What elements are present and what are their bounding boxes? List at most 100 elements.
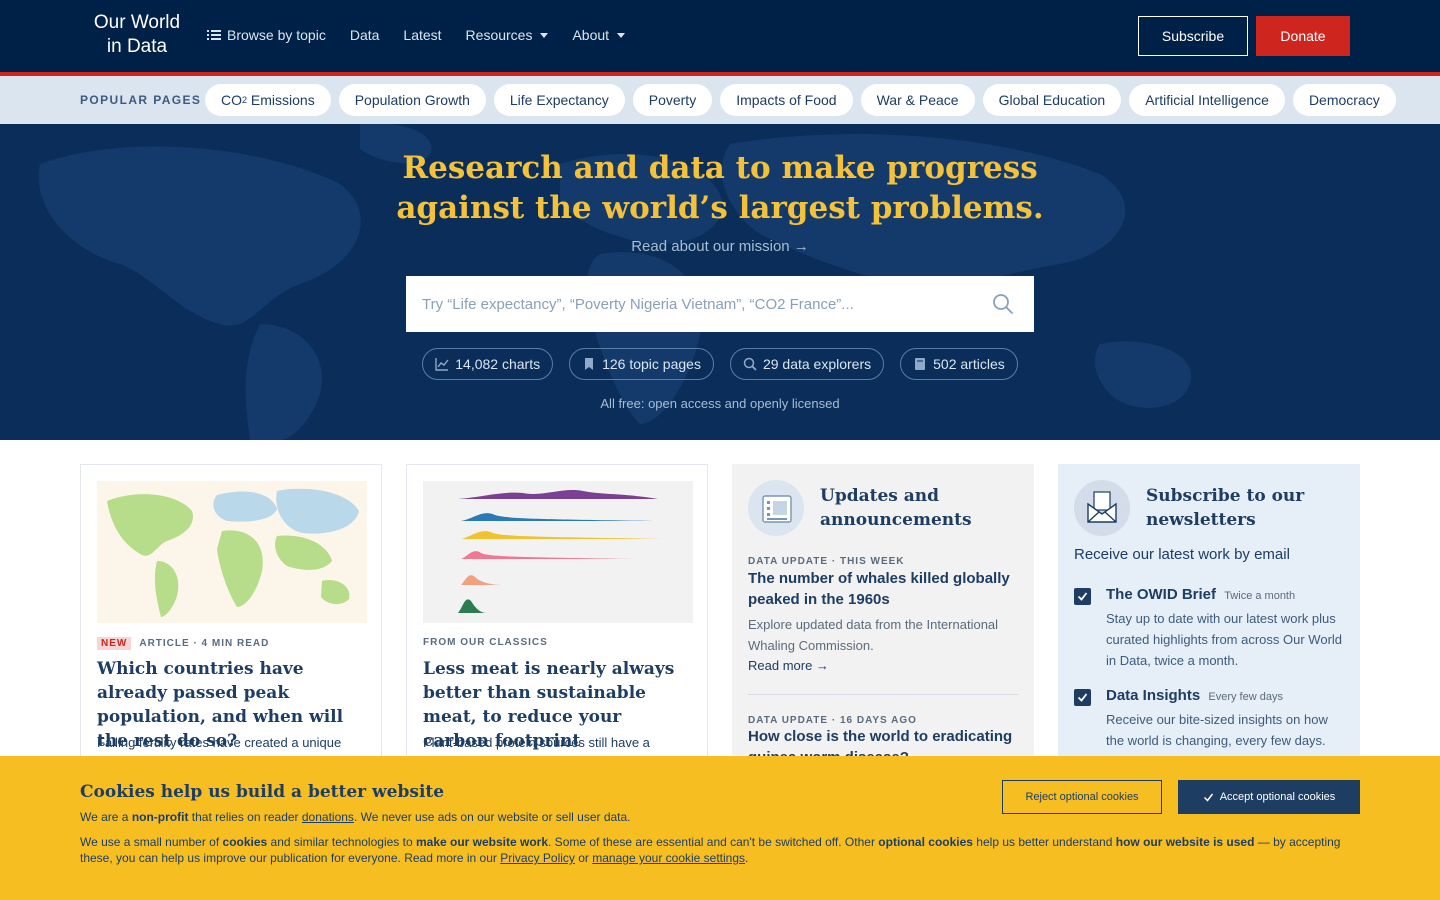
popular-pill[interactable]: Poverty (632, 84, 713, 116)
bookmark-icon (585, 358, 594, 370)
newsletter-name: The OWID Brief Twice a month (1106, 586, 1295, 603)
nav-latest[interactable]: Latest (403, 24, 441, 46)
popular-pill[interactable]: Artificial Intelligence (1129, 84, 1285, 116)
popular-pill-co2[interactable]: CO 2 Emissions (205, 84, 331, 116)
world-map-thumbnail (97, 481, 367, 623)
donations-link[interactable]: donations (302, 810, 354, 824)
cookie-banner: Cookies help us build a better website W… (0, 756, 1440, 900)
card-meta: FROM OUR CLASSICS (423, 637, 548, 648)
popular-pill[interactable]: Global Education (982, 84, 1122, 116)
nav-browse-by-topic[interactable]: Browse by topic (207, 24, 326, 46)
text: We use a small number of (80, 835, 223, 849)
newsletter-name-text: Data Insights (1106, 687, 1201, 704)
text: . We never use ads on our website or sel… (353, 810, 631, 824)
update-meta: DATA UPDATE · 16 DAYS AGO (748, 715, 917, 726)
hero-title-line2: against the world’s largest problems. (396, 190, 1044, 226)
newsletter-frequency: Twice a month (1224, 590, 1296, 602)
newsletter-subtitle: Receive our latest work by email (1074, 546, 1290, 563)
hero-section: Research and data to make progress again… (0, 124, 1440, 440)
hero-title: Research and data to make progress again… (340, 148, 1100, 228)
stats-row: 14,082 charts 126 topic pages 29 data ex… (0, 348, 1440, 380)
newsletter-name: Data Insights Every few days (1106, 687, 1283, 704)
cookie-text-1: We are a non-profit that relies on reade… (80, 810, 631, 824)
stat-data-explorers[interactable]: 29 data explorers (729, 348, 885, 380)
stat-articles[interactable]: 502 articles (900, 348, 1018, 380)
search-input[interactable] (422, 276, 982, 332)
site-logo[interactable]: Our World in Data (90, 11, 184, 59)
newsletter-description: Stay up to date with our latest work plu… (1106, 611, 1343, 668)
nav-data[interactable]: Data (350, 24, 380, 46)
newsletter-title: Subscribe to our newsletters (1146, 486, 1305, 530)
text-strong: optional cookies (878, 835, 973, 849)
text: We are a (80, 810, 132, 824)
newsletter-frequency: Every few days (1208, 691, 1283, 703)
subscribe-button[interactable]: Subscribe (1138, 16, 1248, 56)
nav-browse-label: Browse by topic (227, 27, 326, 43)
text: and similar technologies to (267, 835, 416, 849)
stat-topic-pages[interactable]: 126 topic pages (569, 348, 714, 380)
text: or (574, 851, 593, 865)
mission-link[interactable]: Read about our mission → (520, 238, 920, 255)
privacy-policy-link[interactable]: Privacy Policy (500, 851, 575, 865)
card-meta-text: ARTICLE · 4 MIN READ (139, 638, 270, 649)
popular-pill[interactable]: Life Expectancy (493, 84, 625, 116)
popular-pill[interactable]: War & Peace (860, 84, 975, 116)
hero-title-line1: Research and data to make progress (402, 150, 1038, 186)
accept-cookies-label: Accept optional cookies (1219, 791, 1336, 803)
stat-topic-pages-label: 126 topic pages (602, 356, 701, 372)
update-description: Explore updated data from the Internatio… (748, 617, 999, 653)
owid-brief-checkbox[interactable] (1074, 588, 1091, 605)
text-strong: non-profit (131, 810, 189, 824)
popular-pill[interactable]: Impacts of Food (720, 84, 853, 116)
text: . Some of these are essential and can't … (548, 835, 879, 849)
stat-charts-label: 14,082 charts (455, 356, 541, 372)
nav-resources-label: Resources (465, 27, 533, 43)
chevron-down-icon (540, 32, 549, 38)
popular-pages-list: CO 2 Emissions Population Growth Life Exp… (205, 84, 1396, 116)
text: . (745, 851, 749, 865)
updates-panel: Updates and announcements DATA UPDATE · … (732, 464, 1034, 764)
nav-resources[interactable]: Resources (466, 24, 549, 46)
text: that relies on reader (188, 810, 302, 824)
text-strong: how our website is used (1115, 835, 1255, 849)
line-chart-icon (435, 358, 449, 371)
co2-suffix: Emissions (247, 92, 315, 108)
newsletter-panel: Subscribe to our newsletters Receive our… (1058, 464, 1360, 764)
card-description: Plant-based protein sources still have a (423, 735, 650, 750)
logo-line2: in Data (106, 36, 168, 57)
hero-open-access-note: All free: open access and openly license… (600, 396, 840, 411)
card-description: Falling fertility rates have created a u… (97, 735, 342, 750)
search-box (406, 276, 1034, 332)
text-strong: make our website work (415, 835, 549, 849)
update-title[interactable]: The number of whales killed globally pea… (748, 568, 1023, 610)
donate-button[interactable]: Donate (1256, 16, 1350, 56)
stat-articles-label: 502 articles (933, 356, 1005, 372)
update-meta: DATA UPDATE · THIS WEEK (748, 556, 905, 567)
featured-card[interactable]: NEW ARTICLE · 4 MIN READ Which countries… (80, 464, 382, 764)
cookie-settings-link[interactable]: manage your cookie settings (592, 851, 745, 865)
book-icon (915, 358, 926, 370)
popular-pages-bar: POPULAR PAGES CO 2 Emissions Population G… (0, 76, 1440, 124)
reject-cookies-button[interactable]: Reject optional cookies (1002, 780, 1162, 814)
popular-pill[interactable]: Population Growth (338, 84, 486, 116)
read-more-link[interactable]: Read more → (748, 658, 829, 673)
accept-cookies-button[interactable]: Accept optional cookies (1178, 780, 1360, 814)
featured-card[interactable]: FROM OUR CLASSICS Less meat is nearly al… (406, 464, 708, 764)
card-meta: NEW ARTICLE · 4 MIN READ (97, 637, 269, 650)
text: help us better understand (972, 835, 1116, 849)
newsletter-name-text: The OWID Brief (1106, 586, 1217, 603)
nav-about[interactable]: About (572, 24, 626, 46)
check-icon (1203, 793, 1213, 802)
stat-charts[interactable]: 14,082 charts (422, 348, 554, 380)
data-insights-checkbox[interactable] (1074, 689, 1091, 706)
popular-pages-label: POPULAR PAGES (80, 93, 202, 107)
nav-about-label: About (572, 27, 610, 43)
popular-pill[interactable]: Democracy (1292, 84, 1396, 116)
search-icon[interactable] (992, 293, 1014, 315)
ridgeline-chart-thumbnail (423, 481, 693, 623)
magnifier-chart-icon (743, 357, 757, 371)
co2-prefix: CO (221, 92, 242, 108)
chevron-down-icon (617, 32, 626, 38)
divider (748, 694, 1018, 695)
updates-title: Updates and announcements (820, 486, 972, 530)
